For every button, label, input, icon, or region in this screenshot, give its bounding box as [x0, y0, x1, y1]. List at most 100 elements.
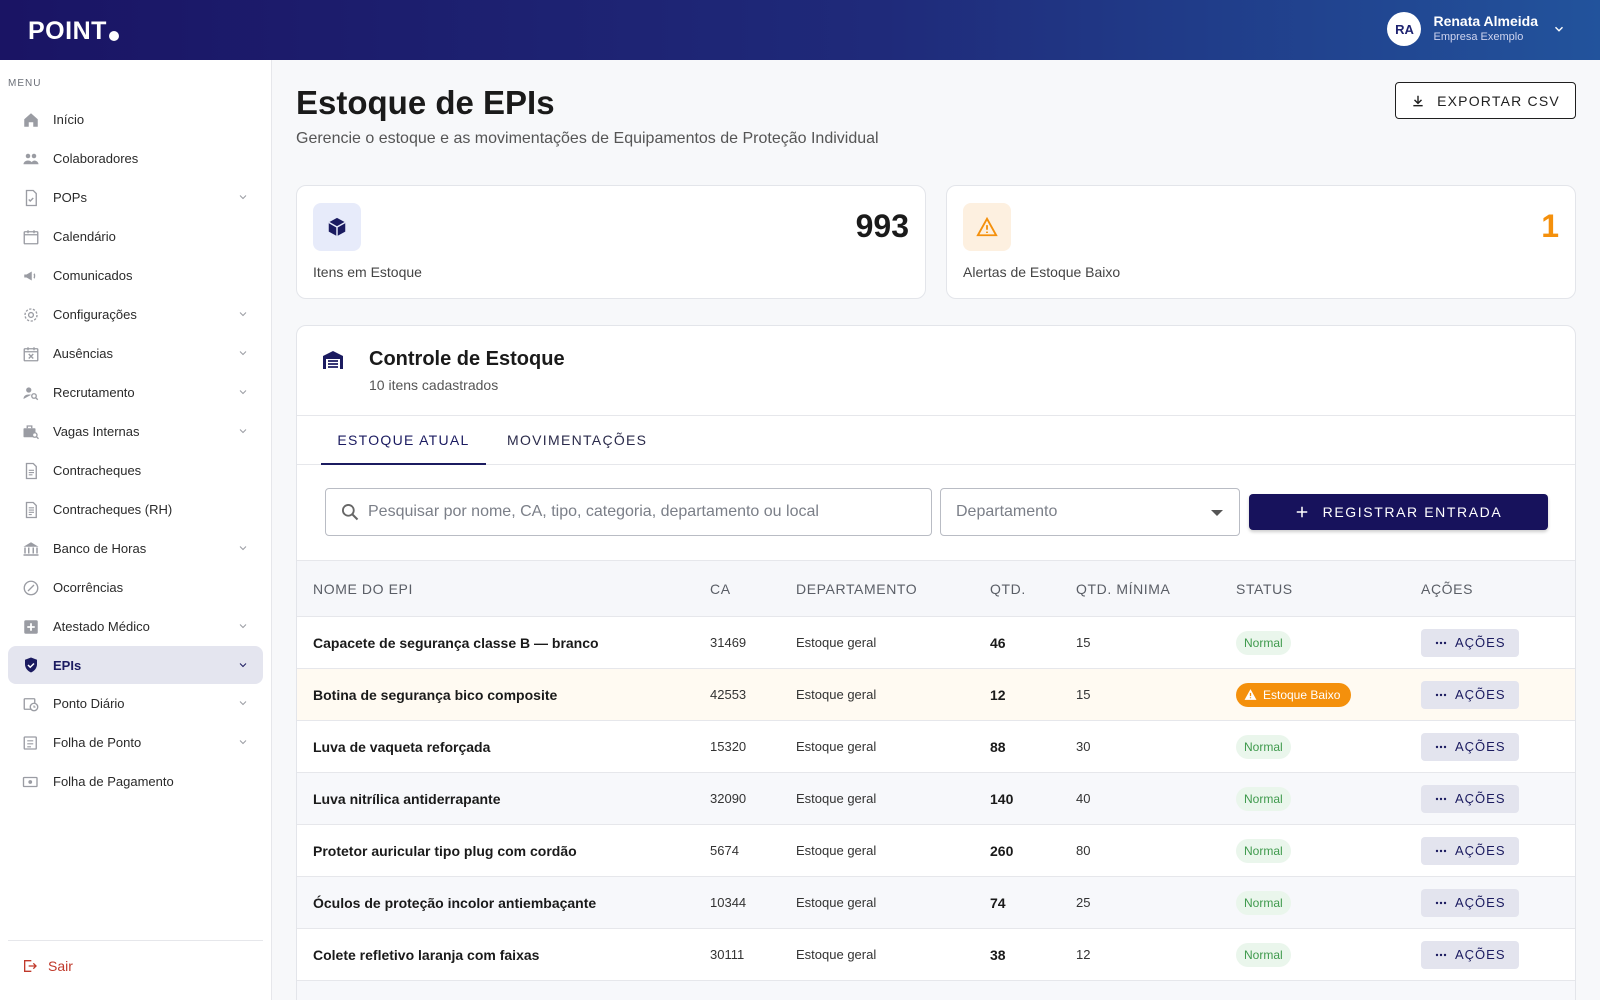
stock-items-label: Itens em Estoque: [313, 264, 422, 280]
panel-header: Controle de Estoque 10 itens cadastrados: [297, 326, 1575, 416]
more-horizontal-icon: [1435, 953, 1447, 956]
export-csv-button[interactable]: EXPORTAR CSV: [1395, 82, 1576, 119]
column-header-status[interactable]: STATUS: [1236, 560, 1421, 617]
epi-min-quantity-partial: [1076, 980, 1236, 1000]
column-header-ca[interactable]: CA: [710, 560, 796, 617]
sidebar-item-label: Contracheques: [53, 463, 142, 478]
actions-cell: AÇÕES: [1421, 928, 1575, 981]
sidebar-nav: Início Colaboradores POPs Calendário Com…: [8, 100, 263, 801]
toolbar: Departamento REGISTRAR ENTRADA: [297, 465, 1575, 560]
status-badge: Normal: [1236, 838, 1291, 863]
epi-ca: 32090: [710, 772, 796, 825]
actions-cell: AÇÕES: [1421, 720, 1575, 773]
sidebar-item-vagas-internas[interactable]: Vagas Internas: [8, 412, 263, 451]
sidebar-item-contracheques-rh[interactable]: Contracheques (RH): [8, 490, 263, 529]
search-icon: [342, 504, 359, 521]
sidebar-item-label: Início: [53, 112, 85, 127]
search-input[interactable]: [368, 503, 908, 521]
column-header-actions: AÇÕES: [1421, 560, 1575, 617]
column-header-min-quantity[interactable]: QTD. MÍNIMA: [1076, 560, 1236, 617]
epi-department: Estoque geral: [796, 876, 990, 929]
column-header-name[interactable]: NOME DO EPI: [297, 560, 710, 617]
sidebar-item-recrutamento[interactable]: Recrutamento: [8, 373, 263, 412]
warning-icon: [1244, 689, 1257, 700]
table-row: Protetor auricular tipo plug com cordão …: [297, 824, 1575, 877]
sidebar-item-folha-de-ponto[interactable]: Folha de Ponto: [8, 723, 263, 762]
sidebar-item-colaboradores[interactable]: Colaboradores: [8, 139, 263, 178]
box-icon: [313, 203, 361, 251]
shield-check-icon: [22, 656, 40, 674]
chevron-down-icon: [239, 429, 247, 434]
search-box[interactable]: [325, 488, 932, 536]
epi-department: Estoque geral: [796, 824, 990, 877]
department-select[interactable]: Departamento: [940, 488, 1240, 536]
actions-cell: AÇÕES: [1421, 772, 1575, 825]
sidebar-item-ponto-diario[interactable]: Ponto Diário: [8, 684, 263, 723]
actions-button[interactable]: AÇÕES: [1421, 836, 1519, 865]
logout-button[interactable]: Sair: [22, 958, 73, 974]
column-header-quantity[interactable]: QTD.: [990, 560, 1076, 617]
sidebar-item-inicio[interactable]: Início: [8, 100, 263, 139]
stock-control-panel: Controle de Estoque 10 itens cadastrados…: [296, 325, 1576, 1000]
sidebar-item-configuracoes[interactable]: Configurações: [8, 295, 263, 334]
actions-button[interactable]: AÇÕES: [1421, 784, 1519, 813]
stock-items-value: 993: [855, 208, 909, 244]
sidebar-item-atestado-medico[interactable]: Atestado Médico: [8, 607, 263, 646]
sidebar-item-folha-de-pagamento[interactable]: Folha de Pagamento: [8, 762, 263, 801]
sidebar-item-label: Recrutamento: [53, 385, 135, 400]
epi-name: Colete refletivo laranja com faixas: [297, 928, 710, 981]
actions-button[interactable]: AÇÕES: [1421, 888, 1519, 917]
register-entry-button[interactable]: REGISTRAR ENTRADA: [1249, 494, 1548, 530]
sidebar-item-ausencias[interactable]: Ausências: [8, 334, 263, 373]
sidebar-item-comunicados[interactable]: Comunicados: [8, 256, 263, 295]
actions-cell: AÇÕES: [1421, 824, 1575, 877]
sidebar-item-label: POPs: [53, 190, 87, 205]
sidebar-item-pops[interactable]: POPs: [8, 178, 263, 217]
megaphone-icon: [22, 267, 40, 285]
table-row: Botina de segurança bico composite 42553…: [297, 668, 1575, 721]
epi-min-quantity: 15: [1076, 616, 1236, 669]
logout-label: Sair: [48, 958, 73, 974]
actions-button[interactable]: AÇÕES: [1421, 628, 1519, 657]
document-check-icon: [22, 189, 40, 207]
epi-ca-partial: [710, 980, 796, 1000]
tab-estoque-atual[interactable]: ESTOQUE ATUAL: [321, 416, 486, 465]
status-cell: Normal: [1236, 876, 1421, 929]
epi-min-quantity: 30: [1076, 720, 1236, 773]
logo[interactable]: POINT: [28, 17, 119, 46]
sidebar-item-label: Comunicados: [53, 268, 133, 283]
actions-cell-partial: [1421, 980, 1575, 1000]
sidebar-divider: [8, 940, 263, 941]
sidebar-item-banco-de-horas[interactable]: Banco de Horas: [8, 529, 263, 568]
export-label: EXPORTAR CSV: [1437, 92, 1560, 109]
sidebar-item-label: Atestado Médico: [53, 619, 150, 634]
epi-ca: 42553: [710, 668, 796, 721]
actions-button[interactable]: AÇÕES: [1421, 680, 1519, 709]
status-badge: Normal: [1236, 786, 1291, 811]
actions-label: AÇÕES: [1455, 739, 1506, 754]
status-cell: Normal: [1236, 772, 1421, 825]
epi-ca: 5674: [710, 824, 796, 877]
tab-movimentacoes[interactable]: MOVIMENTAÇÕES: [507, 416, 647, 464]
people-icon: [22, 150, 40, 168]
register-label: REGISTRAR ENTRADA: [1322, 504, 1503, 520]
epi-min-quantity: 12: [1076, 928, 1236, 981]
gear-icon: [22, 306, 40, 324]
menu-title: MENU: [8, 78, 42, 89]
user-menu[interactable]: RA Renata Almeida Empresa Exemplo: [1387, 12, 1566, 46]
payslip-icon: [22, 462, 40, 480]
chevron-down-icon: [239, 624, 247, 629]
column-header-department[interactable]: DEPARTAMENTO: [796, 560, 990, 617]
chevron-down-icon: [239, 701, 247, 706]
sidebar-item-ocorrencias[interactable]: Ocorrências: [8, 568, 263, 607]
sidebar-item-epis[interactable]: EPIs: [8, 646, 263, 684]
sidebar-item-contracheques[interactable]: Contracheques: [8, 451, 263, 490]
sidebar-item-label: Banco de Horas: [53, 541, 147, 556]
actions-cell: AÇÕES: [1421, 616, 1575, 669]
status-badge: Normal: [1236, 942, 1291, 967]
low-stock-alerts-card: 1 Alertas de Estoque Baixo: [946, 185, 1576, 299]
status-cell: Normal: [1236, 616, 1421, 669]
actions-button[interactable]: AÇÕES: [1421, 732, 1519, 761]
actions-button[interactable]: AÇÕES: [1421, 940, 1519, 969]
sidebar-item-calendario[interactable]: Calendário: [8, 217, 263, 256]
